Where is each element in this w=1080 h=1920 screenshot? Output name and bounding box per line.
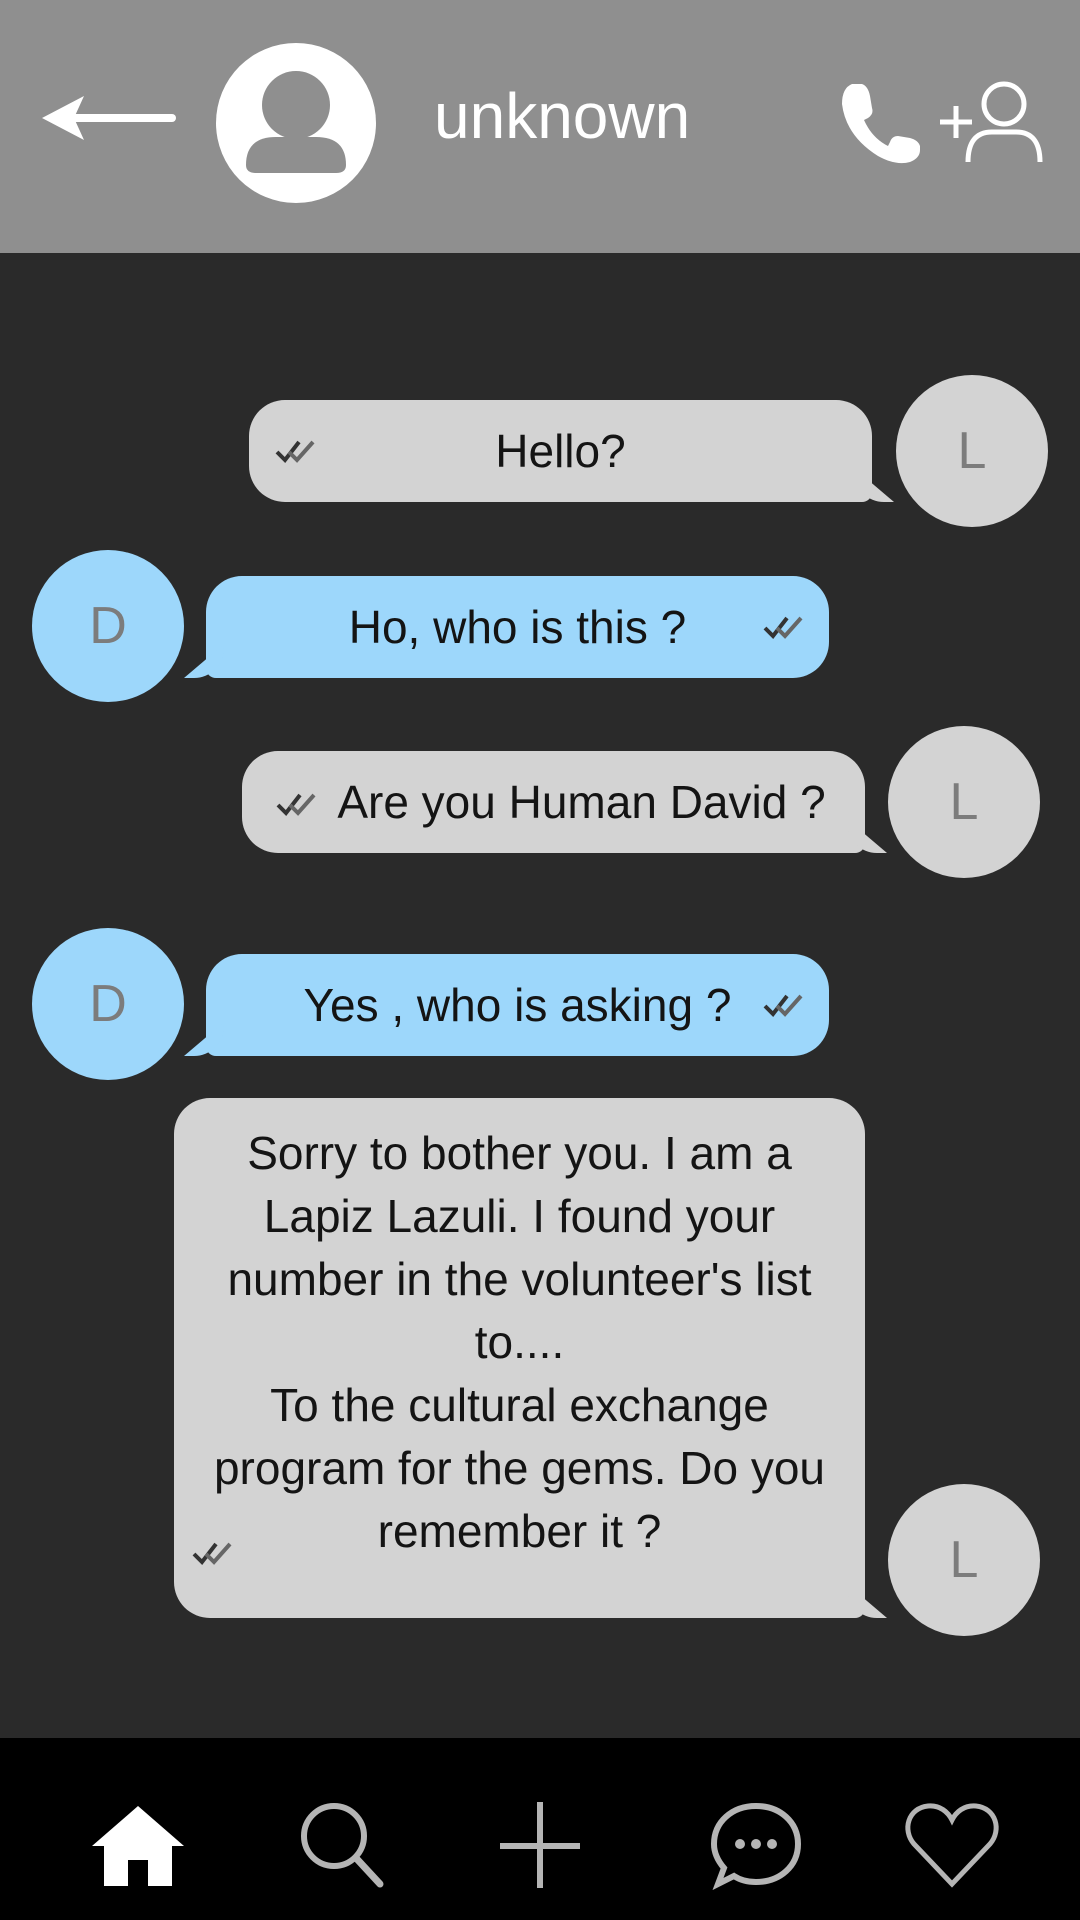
message-bubble[interactable]: Yes , who is asking ? (206, 954, 829, 1056)
sender-avatar[interactable]: L (896, 375, 1048, 527)
message-bubble[interactable]: Sorry to bother you. I am a Lapiz Lazuli… (174, 1098, 865, 1618)
chat-header: unknown (0, 0, 1080, 253)
message-text: Ho, who is this ? (348, 601, 687, 653)
chat-icon (710, 1802, 802, 1891)
add-user-icon (940, 81, 1043, 163)
plus-icon (500, 1802, 580, 1888)
add-contact-button[interactable] (934, 80, 1044, 164)
message-text: Sorry to bother you. I am a Lapiz Lazuli… (213, 1127, 826, 1557)
call-button[interactable] (838, 80, 926, 166)
sender-avatar[interactable]: D (32, 550, 184, 702)
nav-favorites[interactable] (902, 1800, 1002, 1890)
message-bubble[interactable]: Ho, who is this ? (206, 576, 829, 678)
message-bubble[interactable]: Hello? (249, 400, 872, 502)
back-button[interactable] (40, 90, 180, 150)
nav-search[interactable] (294, 1800, 394, 1890)
message-bubble[interactable]: Are you Human David ? (242, 751, 865, 853)
message-text: Hello? (495, 425, 626, 477)
sender-avatar[interactable]: D (32, 928, 184, 1080)
read-receipt-icon (276, 793, 316, 817)
user-icon (246, 71, 346, 173)
sender-avatar[interactable]: L (888, 1484, 1040, 1636)
read-receipt-icon (763, 616, 803, 640)
back-arrow-icon (42, 96, 176, 140)
nav-create[interactable] (490, 1800, 590, 1890)
nav-messages[interactable] (706, 1800, 806, 1891)
home-icon (92, 1806, 184, 1886)
read-receipt-icon (763, 994, 803, 1018)
nav-home[interactable] (88, 1800, 188, 1890)
phone-icon (842, 84, 920, 164)
read-receipt-icon (192, 1542, 232, 1566)
heart-icon (905, 1803, 999, 1888)
contact-avatar[interactable] (216, 43, 376, 203)
read-receipt-icon (275, 440, 315, 464)
search-icon (301, 1803, 384, 1888)
message-text: Yes , who is asking ? (303, 979, 732, 1031)
message-text: Are you Human David ? (337, 776, 826, 828)
contact-name: unknown (434, 80, 691, 152)
sender-avatar[interactable]: L (888, 726, 1040, 878)
